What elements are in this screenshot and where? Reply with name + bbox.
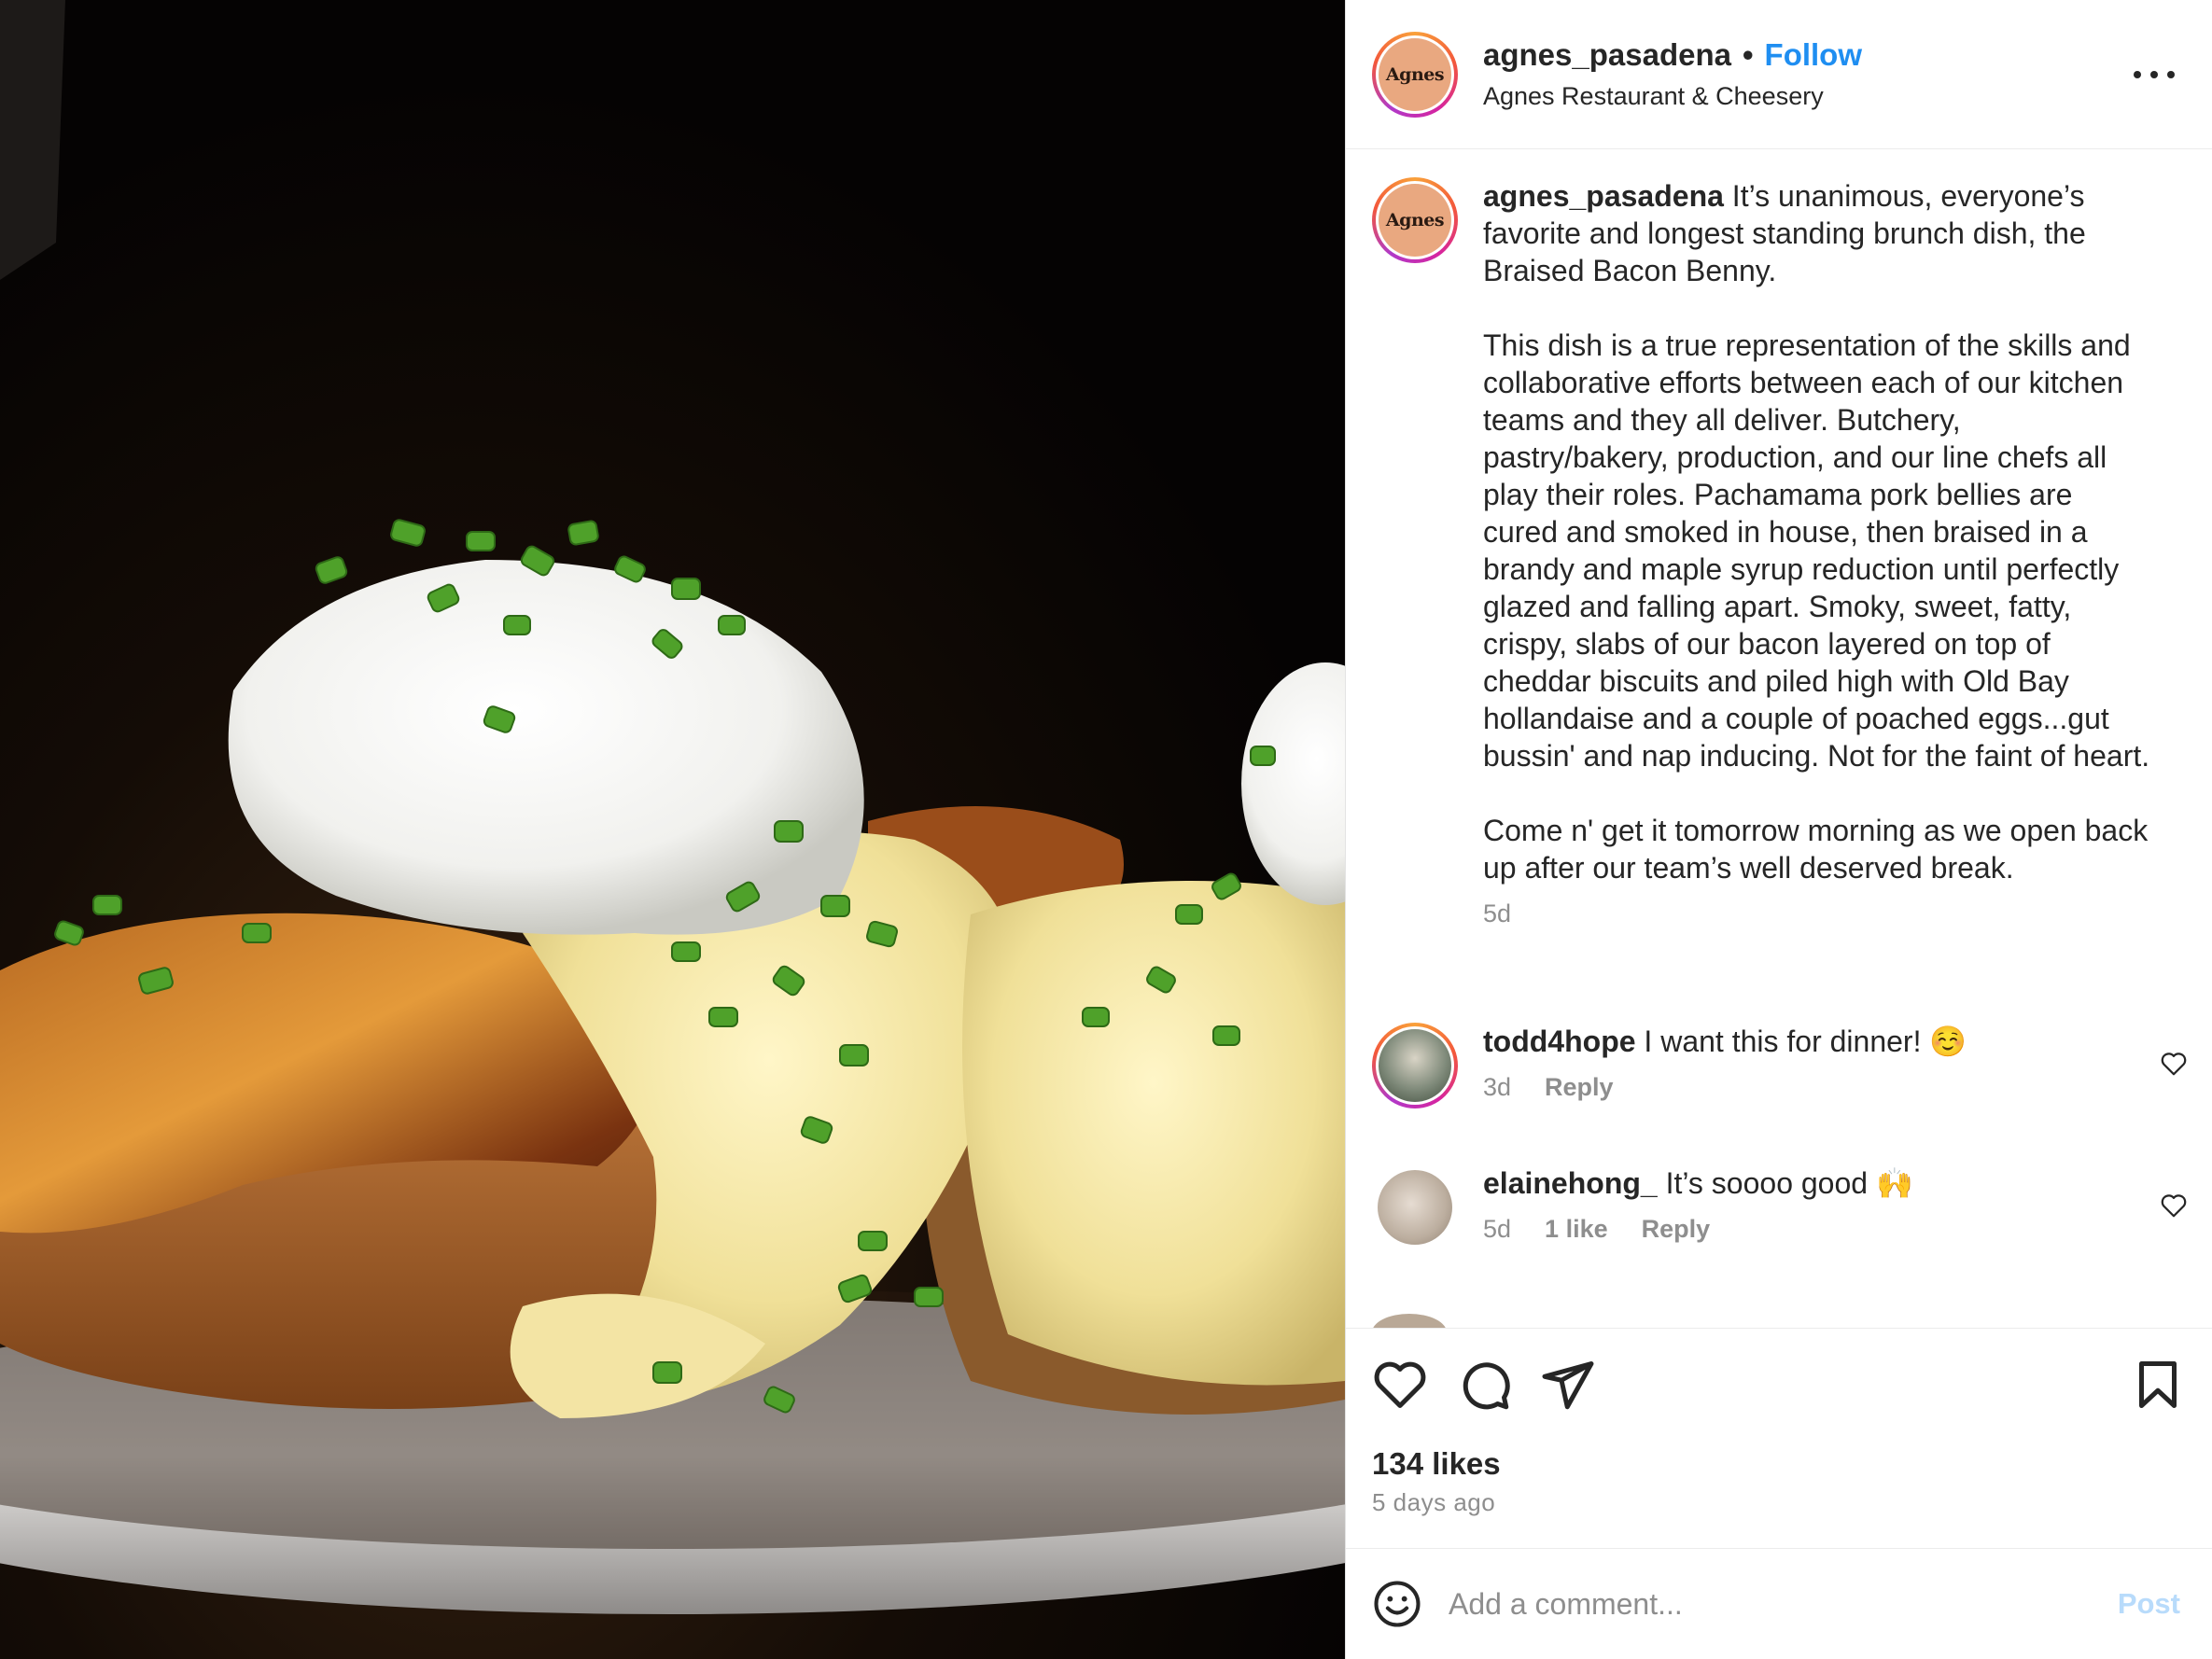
- post-header: Agnes agnes_pasadena • Follow Agnes Rest…: [1346, 0, 2212, 149]
- comment-icon[interactable]: [1456, 1357, 1512, 1413]
- likes-count[interactable]: 134 likes: [1372, 1446, 1501, 1482]
- comment-time[interactable]: 3d: [1483, 1073, 1511, 1102]
- separator-dot: •: [1742, 37, 1754, 72]
- like-comment-heart-icon[interactable]: [2160, 1192, 2188, 1219]
- partially-visible-avatar: [1372, 1314, 1447, 1328]
- commenter-avatar[interactable]: [1372, 1023, 1458, 1108]
- caption-time[interactable]: 5d: [1483, 899, 1511, 928]
- agnes-logo: Agnes: [1379, 37, 1451, 111]
- author-avatar[interactable]: Agnes: [1372, 31, 1458, 118]
- caption-text: It’s unanimous, everyone’s favorite and …: [1483, 179, 2150, 885]
- commenter-avatar[interactable]: [1378, 1170, 1452, 1245]
- comment-item: todd4hope I want this for dinner! ☺️ 3d …: [1372, 1023, 2193, 1108]
- author-username[interactable]: agnes_pasadena: [1483, 37, 1731, 73]
- comment-time[interactable]: 5d: [1483, 1215, 1511, 1244]
- follow-button[interactable]: Follow: [1765, 37, 1862, 73]
- post-side-panel: Agnes agnes_pasadena • Follow Agnes Rest…: [1345, 0, 2212, 1659]
- comment-text: It’s soooo good 🙌: [1665, 1166, 1913, 1200]
- comment-username[interactable]: elainehong_: [1483, 1166, 1658, 1200]
- reply-button[interactable]: Reply: [1545, 1073, 1614, 1102]
- comment-composer: Post: [1346, 1548, 2212, 1659]
- heart-icon[interactable]: [1372, 1357, 1428, 1413]
- post-comment-button[interactable]: Post: [2118, 1587, 2180, 1621]
- more-options-icon[interactable]: [2134, 58, 2175, 91]
- post-photo[interactable]: [0, 0, 1345, 1659]
- add-comment-input[interactable]: [1447, 1585, 2118, 1623]
- comment-item: elainehong_ It’s soooo good 🙌 5d 1 like …: [1372, 1164, 2193, 1250]
- like-comment-heart-icon[interactable]: [2160, 1051, 2188, 1077]
- agnes-logo: Agnes: [1379, 184, 1451, 257]
- comment-text: I want this for dinner! ☺️: [1644, 1025, 1967, 1058]
- share-icon[interactable]: [1540, 1357, 1596, 1413]
- caption-username[interactable]: agnes_pasadena: [1483, 179, 1724, 213]
- caption: Agnes agnes_pasadena It’s unanimous, eve…: [1372, 177, 2193, 928]
- location-link[interactable]: Agnes Restaurant & Cheesery: [1483, 82, 1862, 111]
- reply-button[interactable]: Reply: [1642, 1215, 1711, 1244]
- comment-likes[interactable]: 1 like: [1545, 1215, 1608, 1244]
- comments-section[interactable]: Agnes agnes_pasadena It’s unanimous, eve…: [1346, 149, 2212, 1329]
- post-date[interactable]: 5 days ago: [1372, 1488, 1495, 1517]
- bookmark-icon[interactable]: [2130, 1357, 2186, 1413]
- emoji-icon[interactable]: [1372, 1579, 1422, 1629]
- post-viewer: Agnes agnes_pasadena • Follow Agnes Rest…: [0, 0, 2212, 1659]
- comment-username[interactable]: todd4hope: [1483, 1025, 1636, 1058]
- caption-avatar[interactable]: Agnes: [1372, 177, 1458, 263]
- food-photo-illustration: [0, 0, 1345, 1659]
- post-actions: 134 likes 5 days ago: [1346, 1329, 2212, 1548]
